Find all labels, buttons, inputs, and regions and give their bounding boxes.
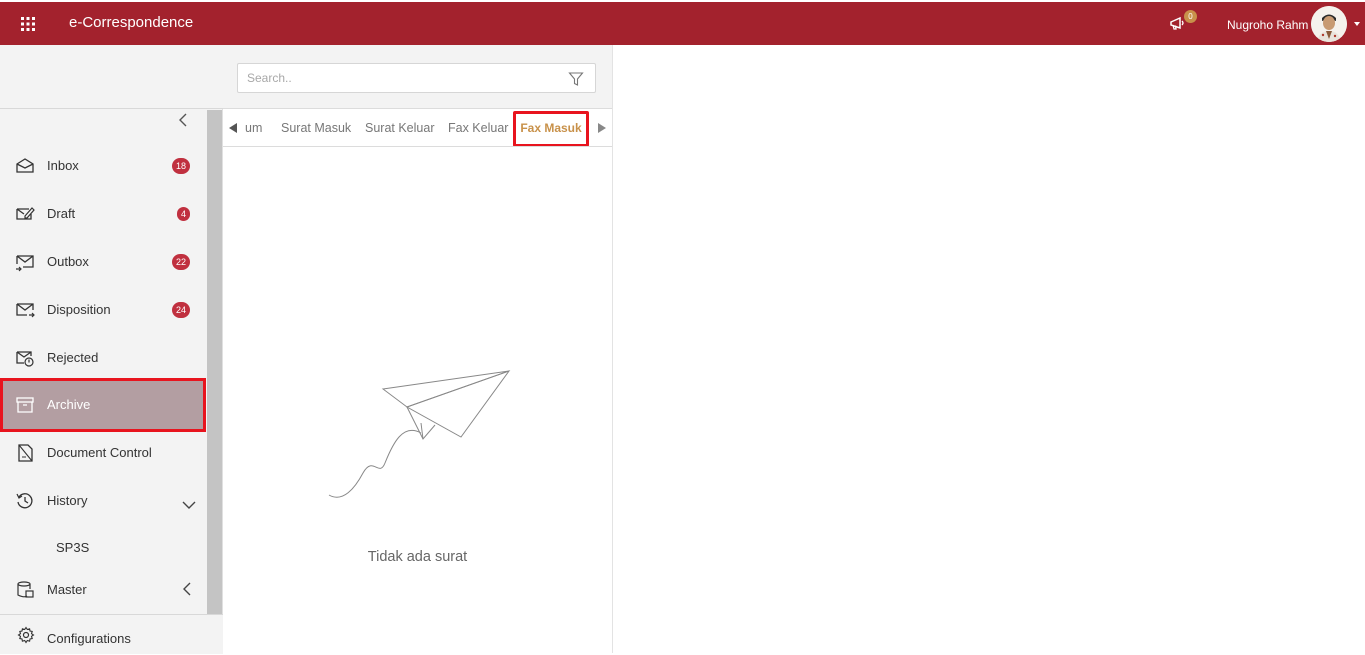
- sidebar-item-label: Inbox: [47, 158, 79, 173]
- document-control-icon: [15, 443, 35, 463]
- avatar[interactable]: [1311, 6, 1347, 42]
- disposition-icon: [15, 300, 35, 320]
- chevron-down-icon[interactable]: [1354, 22, 1360, 26]
- notification-badge: 0: [1184, 10, 1197, 23]
- inbox-icon: [15, 156, 35, 176]
- search-input[interactable]: [238, 64, 558, 92]
- count-badge: 4: [177, 207, 190, 221]
- tab-umum[interactable]: um: [245, 121, 262, 135]
- gear-icon: [17, 626, 35, 644]
- sidebar-item-outbox[interactable]: Outbox 22: [0, 238, 207, 286]
- collapse-sidebar-icon[interactable]: [176, 112, 190, 128]
- outbox-icon: [15, 252, 35, 272]
- sidebar-item-label: Disposition: [47, 302, 111, 317]
- top-bar: e-Correspondence 0 Nugroho Rahm: [0, 0, 1365, 45]
- rejected-icon: [15, 348, 35, 368]
- tab-scroll-right-icon[interactable]: [598, 123, 606, 133]
- count-badge: 18: [172, 158, 190, 174]
- sidebar-item-history[interactable]: History: [0, 477, 207, 525]
- count-badge: 24: [172, 302, 190, 318]
- archive-icon: [15, 395, 35, 415]
- filter-icon[interactable]: [568, 71, 584, 87]
- category-tabs: um Surat Masuk Surat Keluar Fax Keluar F…: [223, 110, 612, 147]
- sidebar-item-inbox[interactable]: Inbox 18: [0, 142, 207, 190]
- mail-list-panel: um Surat Masuk Surat Keluar Fax Keluar F…: [223, 45, 613, 653]
- sidebar-scrollbar[interactable]: [207, 110, 222, 614]
- sidebar-item-disposition[interactable]: Disposition 24: [0, 286, 207, 334]
- sidebar-item-archive[interactable]: Archive: [0, 378, 206, 432]
- tab-scroll-left-icon[interactable]: [229, 123, 237, 133]
- sidebar-item-label: Rejected: [47, 350, 99, 365]
- sidebar-item-document-control[interactable]: Document Control: [0, 429, 207, 477]
- sidebar-item-configurations[interactable]: Configurations: [0, 615, 223, 655]
- tab-surat-masuk[interactable]: Surat Masuk: [281, 121, 351, 135]
- tab-fax-keluar[interactable]: Fax Keluar: [448, 121, 508, 135]
- apps-grid-icon[interactable]: [20, 16, 36, 32]
- sidebar-item-label: History: [47, 493, 88, 508]
- count-badge: 22: [172, 254, 190, 270]
- sidebar-item-master[interactable]: Master: [0, 566, 207, 614]
- sidebar-item-label: Draft: [47, 206, 76, 221]
- sidebar-footer: Configurations: [0, 614, 223, 654]
- search-bar: [223, 45, 612, 109]
- draft-icon: [15, 204, 35, 224]
- sidebar-item-label: Document Control: [47, 445, 152, 460]
- tab-fax-masuk[interactable]: Fax Masuk: [513, 111, 589, 146]
- sidebar-header: [0, 45, 223, 109]
- sidebar-item-label: Master: [47, 582, 87, 597]
- sidebar-subitem-sp3s[interactable]: SP3S: [56, 540, 89, 555]
- sidebar-item-label: Outbox: [47, 254, 89, 269]
- chevron-left-icon[interactable]: [182, 582, 192, 596]
- search-box: [237, 63, 596, 93]
- master-icon: [15, 580, 35, 600]
- sidebar-item-draft[interactable]: Draft 4: [0, 190, 207, 238]
- sidebar-item-label: Configurations: [47, 631, 131, 646]
- app-title: e-Correspondence: [69, 14, 194, 31]
- tab-surat-keluar[interactable]: Surat Keluar: [365, 121, 434, 135]
- chevron-down-icon[interactable]: [182, 497, 196, 509]
- empty-state-message: Tidak ada surat: [367, 549, 468, 565]
- user-name[interactable]: Nugroho Rahm: [1227, 18, 1308, 32]
- sidebar-item-label: Archive: [47, 397, 91, 412]
- sidebar-item-rejected[interactable]: Rejected: [0, 334, 207, 382]
- history-icon: [15, 491, 35, 511]
- paper-plane-icon: [323, 363, 523, 503]
- sidebar: Inbox 18 Draft 4 Outbox 22 Disposition 2…: [0, 45, 223, 654]
